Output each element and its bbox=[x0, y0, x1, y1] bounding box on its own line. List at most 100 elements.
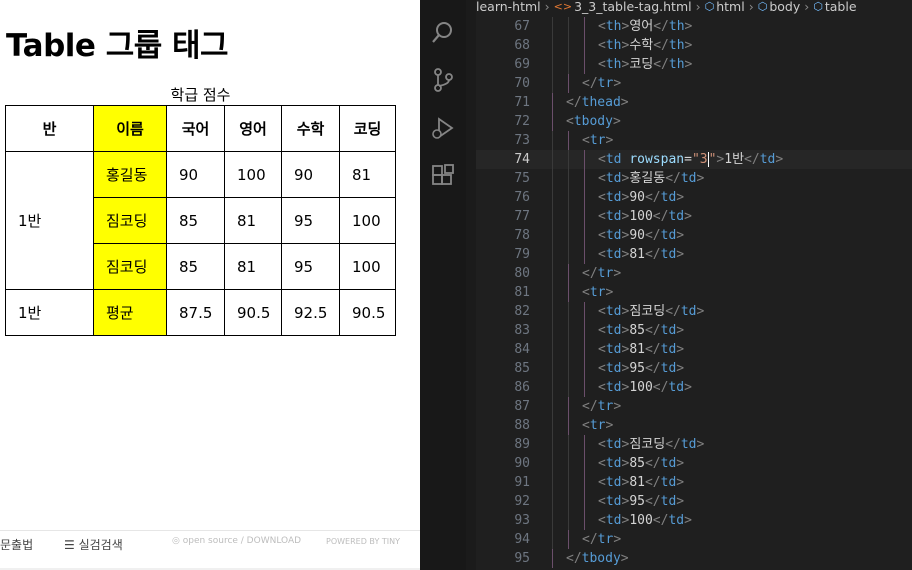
breadcrumb-item-file[interactable]: 3_3_table-tag.html bbox=[574, 0, 692, 14]
line-number: 79 bbox=[514, 247, 530, 262]
header-cell-class: 반 bbox=[5, 105, 94, 152]
code-token: tr bbox=[597, 266, 614, 281]
code-token: > bbox=[676, 342, 685, 357]
line-number: 94 bbox=[514, 532, 530, 547]
breadcrumb-item-body[interactable]: body bbox=[769, 0, 800, 14]
code-line[interactable]: 77 <td>100</td> bbox=[476, 207, 912, 226]
search-list-icon: ☰ bbox=[64, 538, 79, 552]
search-icon[interactable] bbox=[430, 20, 456, 46]
code-line[interactable]: 70 </tr> bbox=[476, 74, 912, 93]
code-token: th bbox=[605, 38, 622, 53]
code-token: </ bbox=[644, 190, 661, 205]
chevron-right-icon: › bbox=[804, 0, 810, 14]
code-text: <td>85</td> bbox=[598, 321, 684, 340]
run-debug-icon[interactable] bbox=[430, 115, 456, 141]
code-line[interactable]: 82 <td>짐코딩</td> bbox=[476, 302, 912, 321]
code-line[interactable]: 93 <td>100</td> bbox=[476, 511, 912, 530]
code-line[interactable]: 90 <td>85</td> bbox=[476, 454, 912, 473]
indent-guide bbox=[584, 207, 585, 226]
code-line[interactable]: 72 <tbody> bbox=[476, 112, 912, 131]
chevron-right-icon: › bbox=[695, 0, 701, 14]
indent-guide bbox=[552, 454, 553, 473]
code-line[interactable]: 83 <td>85</td> bbox=[476, 321, 912, 340]
line-number: 81 bbox=[514, 285, 530, 300]
indent-guide bbox=[568, 530, 569, 549]
code-line[interactable]: 89 <td>짐코딩</td> bbox=[476, 435, 912, 454]
code-token: thead bbox=[581, 95, 621, 110]
score-cell: 81 bbox=[339, 151, 396, 198]
code-token: 짐코딩 bbox=[629, 437, 666, 452]
header-cell-coding: 코딩 bbox=[339, 105, 396, 152]
activity-bar bbox=[420, 0, 466, 570]
code-token: </ bbox=[653, 57, 669, 72]
indent-guide bbox=[584, 359, 585, 378]
code-token: 90 bbox=[629, 190, 645, 205]
code-line[interactable]: 80 </tr> bbox=[476, 264, 912, 283]
code-line[interactable]: 69 <th>코딩</th> bbox=[476, 55, 912, 74]
score-cell: 100 bbox=[339, 243, 396, 290]
code-token: </ bbox=[644, 342, 661, 357]
bottom-search-link[interactable]: ☰ 실검검색 bbox=[64, 536, 123, 553]
code-line[interactable]: 84 <td>81</td> bbox=[476, 340, 912, 359]
code-token: td bbox=[660, 323, 677, 338]
line-number: 74 bbox=[514, 152, 530, 167]
code-line[interactable]: 81 <tr> bbox=[476, 283, 912, 302]
code-token: 영어 bbox=[629, 19, 654, 34]
code-line[interactable]: 91 <td>81</td> bbox=[476, 473, 912, 492]
code-line[interactable]: 76 <td>90</td> bbox=[476, 188, 912, 207]
code-token: </ bbox=[566, 95, 582, 110]
code-token: > bbox=[676, 190, 685, 205]
score-cell: 90.5 bbox=[224, 289, 282, 336]
code-token: > bbox=[612, 114, 621, 129]
code-line[interactable]: 71 </thead> bbox=[476, 93, 912, 112]
code-line[interactable]: 79 <td>81</td> bbox=[476, 245, 912, 264]
code-token: 81 bbox=[629, 342, 645, 357]
extensions-icon[interactable] bbox=[430, 163, 456, 189]
code-line[interactable]: 94 </tr> bbox=[476, 530, 912, 549]
code-line[interactable]: 88 <tr> bbox=[476, 416, 912, 435]
open-source-link[interactable]: ◎ open source / DOWNLOAD bbox=[172, 536, 301, 546]
code-token: > bbox=[684, 19, 693, 34]
line-number: 71 bbox=[514, 95, 530, 110]
code-token: </ bbox=[652, 209, 669, 224]
code-token: < bbox=[598, 38, 606, 53]
code-token: > bbox=[613, 532, 622, 547]
code-line[interactable]: 92 <td>95</td> bbox=[476, 492, 912, 511]
bottom-link-left[interactable]: 문출법 bbox=[0, 536, 33, 553]
code-token: > bbox=[775, 152, 784, 167]
code-line[interactable]: 78 <td>90</td> bbox=[476, 226, 912, 245]
code-area[interactable]: 67 <th>영어</th> 68 <th>수학</th> 69 <th>코딩</th> 7… bbox=[476, 17, 912, 568]
code-line[interactable]: 86 <td>100</td> bbox=[476, 378, 912, 397]
code-line[interactable]: 87 </tr> bbox=[476, 397, 912, 416]
code-token: rowspan bbox=[629, 152, 685, 167]
code-line[interactable]: 73 <tr> bbox=[476, 131, 912, 150]
indent-guide bbox=[584, 36, 585, 55]
indent-guide bbox=[552, 226, 553, 245]
breadcrumb-item-html[interactable]: html bbox=[716, 0, 744, 14]
indent-guide bbox=[584, 188, 585, 207]
indent-guide bbox=[568, 321, 569, 340]
code-line[interactable]: 67 <th>영어</th> bbox=[476, 17, 912, 36]
code-line[interactable]: 75 <td>홍길동</td> bbox=[476, 169, 912, 188]
code-token: 90 bbox=[629, 228, 645, 243]
code-line[interactable]: 74 <td rowspan="3">1반</td> bbox=[476, 150, 912, 169]
code-text: <td>100</td> bbox=[598, 378, 692, 397]
class-cell: 1반 bbox=[5, 289, 94, 336]
code-line[interactable]: 95 </tbody> bbox=[476, 549, 912, 568]
breadcrumb-item-table[interactable]: table bbox=[825, 0, 857, 14]
code-line[interactable]: 68 <th>수학</th> bbox=[476, 36, 912, 55]
code-line[interactable]: 85 <td>95</td> bbox=[476, 359, 912, 378]
code-token: td bbox=[605, 513, 622, 528]
code-text: </tbody> bbox=[566, 549, 629, 568]
source-control-icon[interactable] bbox=[430, 67, 456, 93]
code-text: <td>81</td> bbox=[598, 340, 684, 359]
code-token: th bbox=[605, 19, 622, 34]
breadcrumb-item-folder[interactable]: learn-html bbox=[476, 0, 541, 14]
indent-guide bbox=[568, 226, 569, 245]
code-token: th bbox=[668, 19, 685, 34]
browser-preview: Table 그룹 태그 학급 점수 반 이름 국어 영어 수학 코딩 1반 홍길… bbox=[0, 0, 420, 570]
score-cell: 85 bbox=[166, 243, 225, 290]
indent-guide bbox=[552, 207, 553, 226]
code-token: td bbox=[605, 342, 622, 357]
code-token: < bbox=[598, 171, 606, 186]
